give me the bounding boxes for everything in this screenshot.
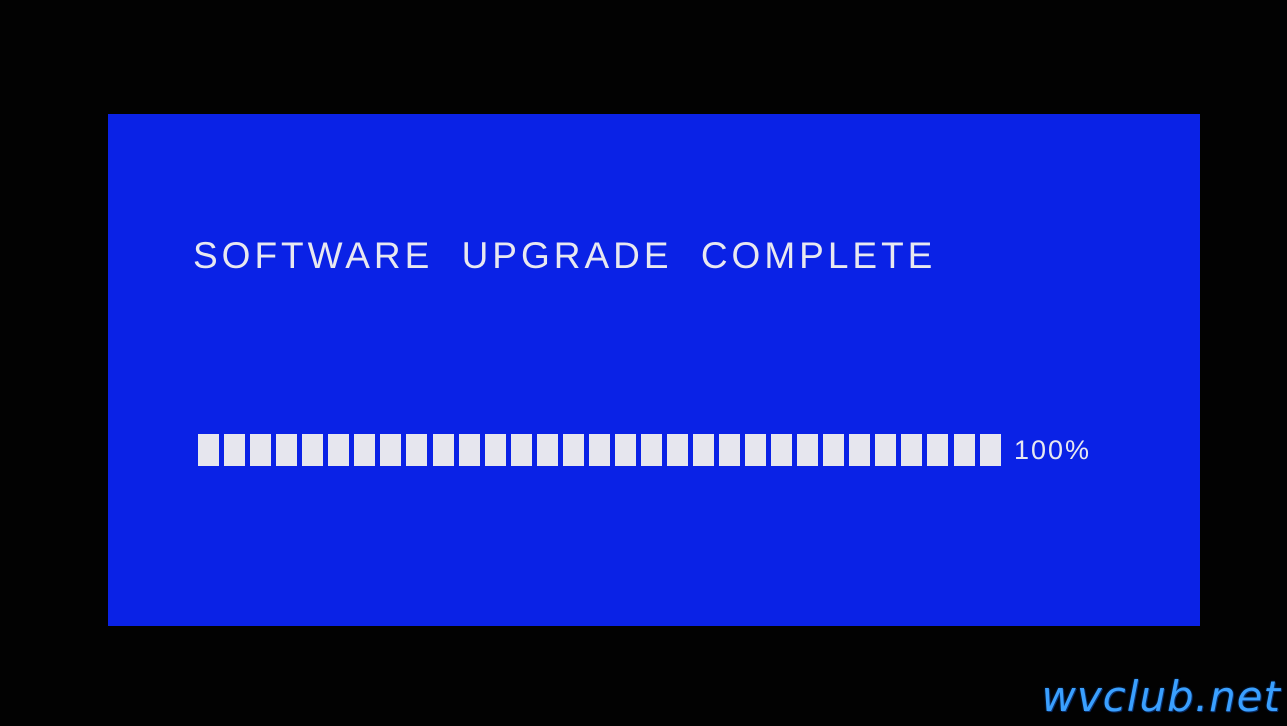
progress-segment (250, 434, 272, 466)
progress-segment (692, 434, 714, 466)
progress-segment (432, 434, 454, 466)
progress-segment (302, 434, 324, 466)
progress-segment (823, 434, 845, 466)
progress-segment (745, 434, 767, 466)
upgrade-panel: SOFTWARE UPGRADE COMPLETE 100% (108, 114, 1200, 626)
progress-segment (198, 434, 219, 466)
progress-bar (198, 434, 1006, 466)
progress-segment (354, 434, 376, 466)
progress-percent-label: 100% (1014, 435, 1092, 465)
progress-segment (328, 434, 350, 466)
progress-segment (562, 434, 584, 466)
progress-segment (875, 434, 897, 466)
progress-segment (666, 434, 688, 466)
progress-segment (953, 434, 975, 466)
progress-segment (927, 434, 949, 466)
progress-segment (640, 434, 662, 466)
progress-segment (458, 434, 480, 466)
progress-segment (771, 434, 793, 466)
upgrade-progress: 100% (198, 434, 1091, 466)
progress-segment (979, 434, 1001, 466)
tv-screen: SOFTWARE UPGRADE COMPLETE 100% wvclub.ne… (0, 0, 1287, 726)
watermark-logo: wvclub.net (1041, 672, 1281, 721)
progress-segment (406, 434, 428, 466)
progress-segment (588, 434, 610, 466)
progress-segment (797, 434, 819, 466)
progress-segment (614, 434, 636, 466)
progress-segment (224, 434, 246, 466)
progress-segment (510, 434, 532, 466)
progress-segment (719, 434, 740, 466)
progress-segment (536, 434, 558, 466)
progress-segment (849, 434, 871, 466)
progress-segment (276, 434, 298, 466)
progress-segment (380, 434, 402, 466)
progress-segment (484, 434, 506, 466)
upgrade-status-title: SOFTWARE UPGRADE COMPLETE (193, 235, 937, 276)
progress-segment (901, 434, 923, 466)
